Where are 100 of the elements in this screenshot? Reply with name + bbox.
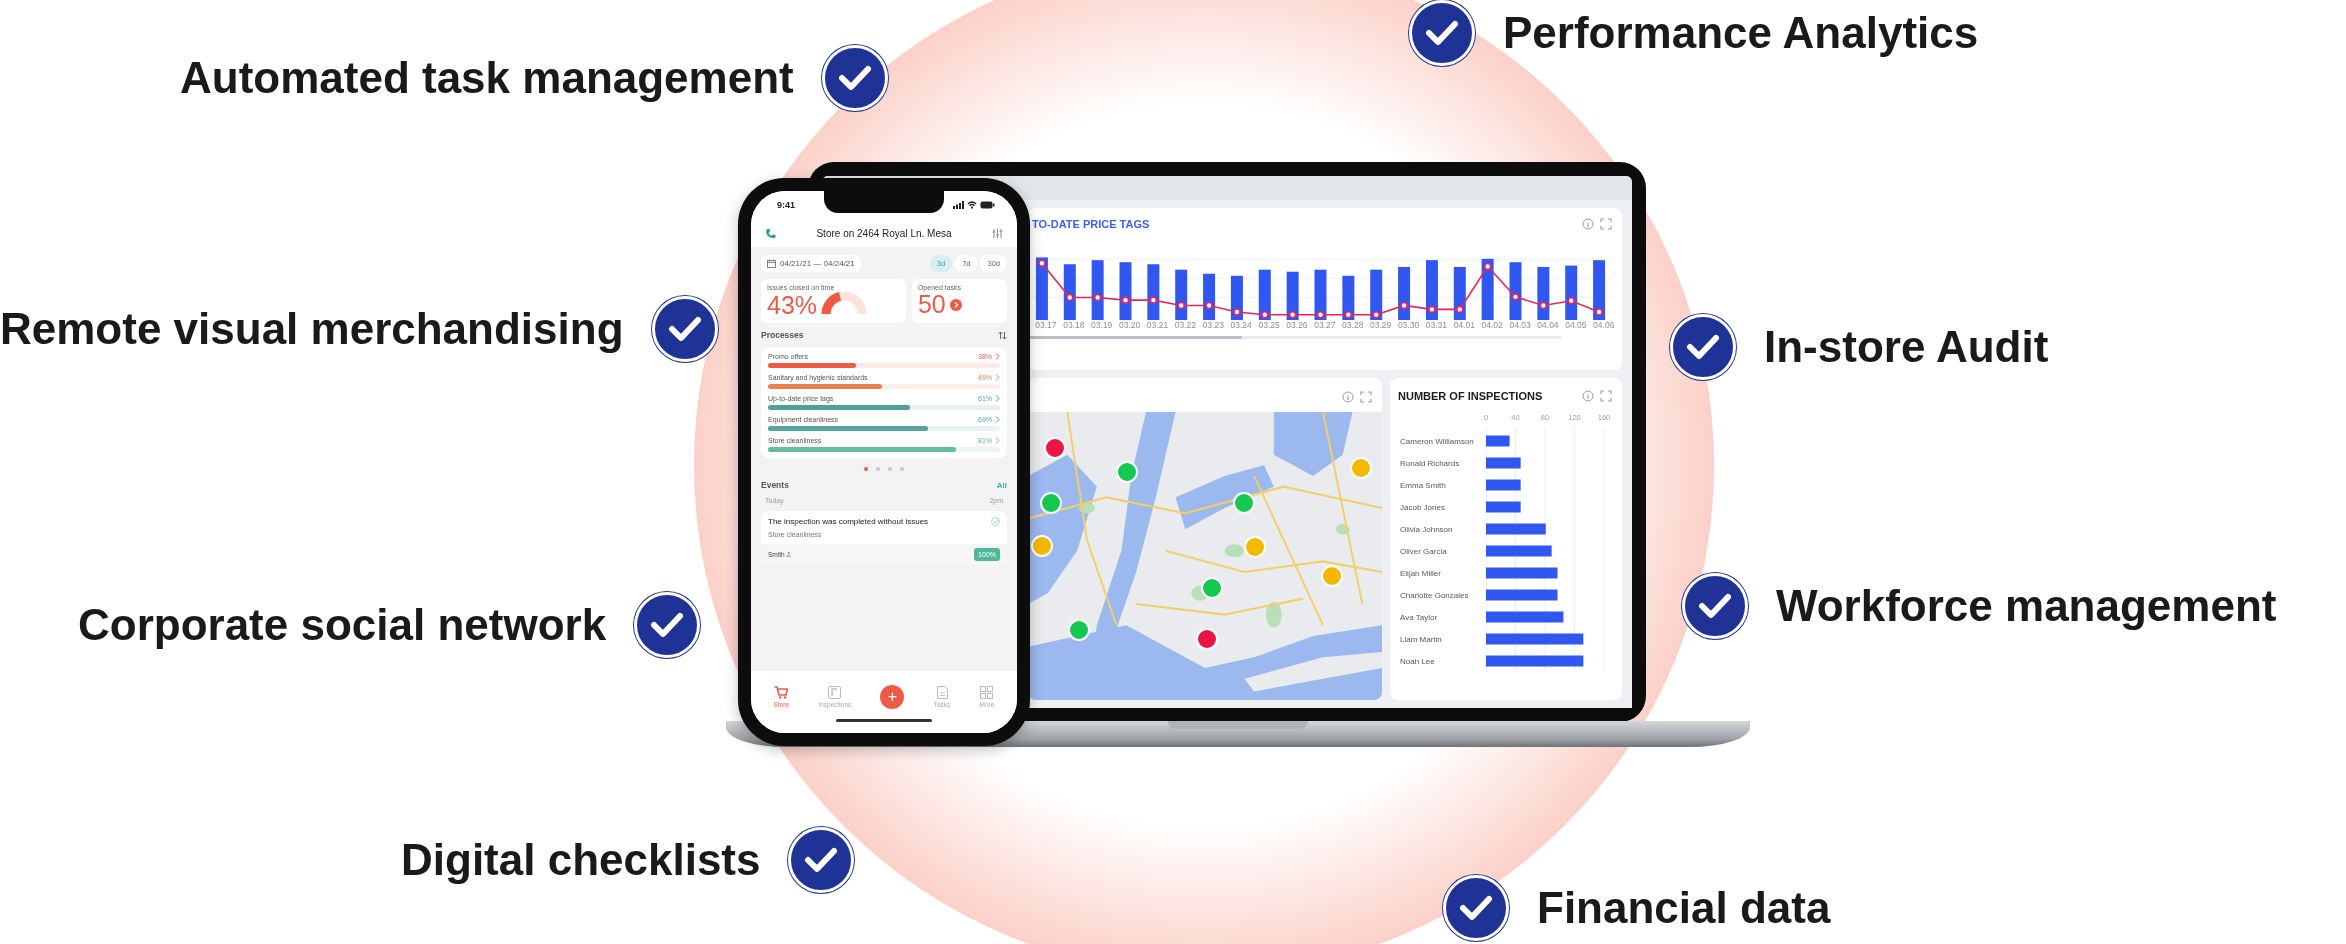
- axis-label: 03.21: [1146, 320, 1169, 330]
- expand-icon[interactable]: [1360, 391, 1372, 403]
- chart-bar: [1175, 269, 1188, 320]
- axis-label: 04.02: [1481, 320, 1503, 330]
- data-point: [1205, 301, 1213, 310]
- chart-bar: [1063, 264, 1076, 320]
- axis-label: 03.27: [1314, 320, 1336, 330]
- axis-label: 03.28: [1342, 320, 1364, 330]
- chart-bar: [1453, 266, 1466, 320]
- check-icon: [1670, 314, 1736, 380]
- section-title: Processes: [761, 330, 804, 340]
- category-label: Ava Taylor: [1400, 613, 1438, 622]
- chart-bar: [1119, 262, 1132, 320]
- data-point: [1567, 297, 1575, 305]
- chevron-icon[interactable]: [995, 353, 1000, 360]
- info-icon: [1582, 390, 1594, 402]
- chart-bar: [1486, 545, 1552, 557]
- check-icon: [788, 827, 855, 893]
- category-label: Noah Lee: [1400, 657, 1435, 666]
- chevron-icon[interactable]: [995, 416, 1000, 423]
- axis-label: 03.18: [1063, 320, 1085, 330]
- data-point: [1066, 293, 1074, 302]
- board-icon: [828, 686, 842, 699]
- chart-bar: [1486, 567, 1558, 579]
- chart-bar: [1565, 265, 1578, 320]
- axis-label: 03.24: [1230, 320, 1252, 330]
- sort-icon[interactable]: [998, 330, 1007, 340]
- phone-icon[interactable]: [765, 227, 776, 239]
- data-point: [1261, 310, 1269, 319]
- feature-label: Performance Analytics: [1503, 8, 1979, 58]
- chart-title: TO-DATE PRICE TAGS: [1032, 218, 1150, 230]
- axis-label: 03.19: [1091, 320, 1113, 330]
- check-circle-icon: [991, 517, 1000, 526]
- data-point: [1177, 301, 1185, 310]
- axis-label: 03.31: [1425, 320, 1448, 330]
- feature-label: Corporate social network: [78, 600, 607, 650]
- signal-icon: [953, 201, 964, 209]
- axis-label: 03.20: [1118, 320, 1141, 330]
- arrow-circle-icon[interactable]: [949, 298, 962, 311]
- all-link[interactable]: All: [996, 480, 1007, 490]
- grid-icon: [980, 686, 994, 699]
- store-title: Store on 2464 Royal Ln. Mesa: [815, 227, 953, 239]
- axis-label: 03.25: [1258, 320, 1280, 330]
- axis-label: 04.05: [1565, 320, 1587, 330]
- check-icon: [1682, 573, 1748, 639]
- data-point: [1288, 310, 1297, 319]
- page-dot[interactable]: [864, 467, 868, 471]
- category-label: Ronald Richards: [1400, 459, 1460, 468]
- category-label: Jacob Jones: [1400, 503, 1445, 512]
- expand-icon[interactable]: [1600, 218, 1612, 230]
- filter-icon[interactable]: [992, 227, 1003, 239]
- category-label: Oliver Garcia: [1400, 547, 1447, 556]
- chart-title: NUMBER OF INSPECTIONS: [1398, 390, 1543, 402]
- info-icon: [1342, 391, 1354, 403]
- feature-label: Automated task management: [180, 53, 794, 103]
- data-point: [1483, 262, 1492, 271]
- page-dot[interactable]: [876, 467, 880, 471]
- axis-label: 03.29: [1370, 320, 1392, 330]
- chart-bar: [1486, 457, 1521, 469]
- chart-bar: [1398, 266, 1411, 320]
- feature-label: In-store Audit: [1764, 322, 2049, 372]
- chart-bar: [1286, 271, 1299, 320]
- page-dot[interactable]: [888, 467, 892, 471]
- chart-bar: [1486, 479, 1521, 491]
- chart-bar: [1091, 260, 1104, 320]
- axis-label: 03.22: [1174, 320, 1197, 330]
- axis-label: 04.06: [1593, 320, 1615, 330]
- chart-bar: [1203, 273, 1216, 320]
- chevron-icon[interactable]: [995, 437, 1000, 444]
- category-label: Elijah Miller: [1400, 569, 1441, 578]
- chart-bar: [1481, 258, 1494, 320]
- data-point: [1149, 296, 1158, 304]
- data-point: [1233, 308, 1241, 316]
- check-icon: [634, 592, 701, 658]
- feature-label: Digital checklists: [401, 835, 761, 885]
- feature-label: Financial data: [1537, 883, 1831, 933]
- category-label: Charlotte Gonzales: [1400, 591, 1469, 600]
- chevron-icon[interactable]: [995, 374, 1000, 381]
- check-icon: [1443, 875, 1509, 941]
- chart-bar: [1593, 260, 1606, 320]
- feature-label: Remote visual merchandising: [0, 304, 624, 354]
- section-title: Events: [761, 480, 789, 490]
- data-point: [1316, 310, 1325, 319]
- data-point: [1428, 305, 1436, 314]
- category-label: Cameron Williamson: [1400, 437, 1474, 446]
- status-time: 9:41: [777, 200, 795, 210]
- chart-bar: [1370, 269, 1383, 320]
- stat-value: 50: [917, 292, 946, 317]
- expand-icon[interactable]: [1600, 390, 1612, 402]
- category-label: Liam Martin: [1400, 635, 1442, 644]
- check-icon: [821, 45, 888, 111]
- page-dot[interactable]: [900, 467, 904, 471]
- chart-bar: [1147, 264, 1160, 320]
- scrollbar[interactable]: [1028, 336, 1562, 339]
- add-button[interactable]: +: [880, 685, 905, 709]
- category-label: Emma Smith: [1400, 481, 1446, 490]
- date-range-field[interactable]: 04/21/21 — 04/24/21: [761, 255, 861, 272]
- event-title: The inspection was completed without issues: [768, 517, 930, 528]
- data-point: [1372, 310, 1380, 319]
- chevron-icon[interactable]: [995, 395, 1000, 402]
